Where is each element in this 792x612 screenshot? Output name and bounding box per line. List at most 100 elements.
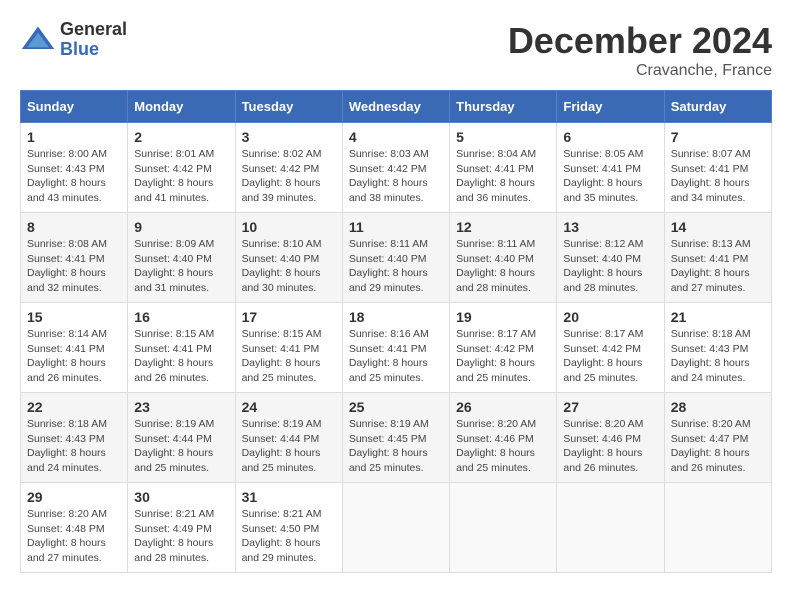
calendar-week-row: 29 Sunrise: 8:20 AMSunset: 4:48 PMDayligh… bbox=[21, 483, 772, 573]
calendar-cell: 16 Sunrise: 8:15 AMSunset: 4:41 PMDayligh… bbox=[128, 303, 235, 393]
weekday-header-friday: Friday bbox=[557, 91, 664, 123]
day-info: Sunrise: 8:10 AMSunset: 4:40 PMDaylight:… bbox=[242, 237, 336, 296]
day-info: Sunrise: 8:00 AMSunset: 4:43 PMDaylight:… bbox=[27, 147, 121, 206]
day-number: 20 bbox=[563, 309, 657, 325]
calendar-cell: 10 Sunrise: 8:10 AMSunset: 4:40 PMDayligh… bbox=[235, 213, 342, 303]
day-number: 30 bbox=[134, 489, 228, 505]
calendar-cell: 30 Sunrise: 8:21 AMSunset: 4:49 PMDayligh… bbox=[128, 483, 235, 573]
calendar-cell: 20 Sunrise: 8:17 AMSunset: 4:42 PMDayligh… bbox=[557, 303, 664, 393]
day-number: 27 bbox=[563, 399, 657, 415]
day-number: 3 bbox=[242, 129, 336, 145]
day-info: Sunrise: 8:19 AMSunset: 4:44 PMDaylight:… bbox=[242, 417, 336, 476]
calendar-week-row: 1 Sunrise: 8:00 AMSunset: 4:43 PMDaylight… bbox=[21, 123, 772, 213]
day-info: Sunrise: 8:21 AMSunset: 4:50 PMDaylight:… bbox=[242, 507, 336, 566]
day-info: Sunrise: 8:13 AMSunset: 4:41 PMDaylight:… bbox=[671, 237, 765, 296]
calendar-cell: 3 Sunrise: 8:02 AMSunset: 4:42 PMDaylight… bbox=[235, 123, 342, 213]
day-info: Sunrise: 8:07 AMSunset: 4:41 PMDaylight:… bbox=[671, 147, 765, 206]
weekday-header-monday: Monday bbox=[128, 91, 235, 123]
day-number: 14 bbox=[671, 219, 765, 235]
day-number: 17 bbox=[242, 309, 336, 325]
calendar-cell: 11 Sunrise: 8:11 AMSunset: 4:40 PMDayligh… bbox=[342, 213, 449, 303]
day-info: Sunrise: 8:11 AMSunset: 4:40 PMDaylight:… bbox=[456, 237, 550, 296]
calendar-cell: 15Sunrise: 8:14 AMSunset: 4:41 PMDayligh… bbox=[21, 303, 128, 393]
day-info: Sunrise: 8:12 AMSunset: 4:40 PMDaylight:… bbox=[563, 237, 657, 296]
day-info: Sunrise: 8:20 AMSunset: 4:47 PMDaylight:… bbox=[671, 417, 765, 476]
day-number: 25 bbox=[349, 399, 443, 415]
day-number: 11 bbox=[349, 219, 443, 235]
day-info: Sunrise: 8:18 AMSunset: 4:43 PMDaylight:… bbox=[671, 327, 765, 386]
calendar-cell: 14 Sunrise: 8:13 AMSunset: 4:41 PMDayligh… bbox=[664, 213, 771, 303]
calendar-cell bbox=[450, 483, 557, 573]
logo-line1: General bbox=[60, 20, 127, 40]
day-info: Sunrise: 8:21 AMSunset: 4:49 PMDaylight:… bbox=[134, 507, 228, 566]
day-info: Sunrise: 8:05 AMSunset: 4:41 PMDaylight:… bbox=[563, 147, 657, 206]
calendar-cell bbox=[664, 483, 771, 573]
calendar-cell: 7 Sunrise: 8:07 AMSunset: 4:41 PMDaylight… bbox=[664, 123, 771, 213]
calendar-cell: 9Sunrise: 8:09 AMSunset: 4:40 PMDaylight… bbox=[128, 213, 235, 303]
day-number: 5 bbox=[456, 129, 550, 145]
day-info: Sunrise: 8:19 AMSunset: 4:44 PMDaylight:… bbox=[134, 417, 228, 476]
logo-text: General Blue bbox=[60, 20, 127, 60]
logo-icon bbox=[20, 22, 56, 58]
calendar-cell: 27 Sunrise: 8:20 AMSunset: 4:46 PMDayligh… bbox=[557, 393, 664, 483]
weekday-header-thursday: Thursday bbox=[450, 91, 557, 123]
day-info: Sunrise: 8:15 AMSunset: 4:41 PMDaylight:… bbox=[134, 327, 228, 386]
day-info: Sunrise: 8:20 AMSunset: 4:46 PMDaylight:… bbox=[563, 417, 657, 476]
day-number: 2 bbox=[134, 129, 228, 145]
calendar-cell: 5 Sunrise: 8:04 AMSunset: 4:41 PMDaylight… bbox=[450, 123, 557, 213]
day-info: Sunrise: 8:19 AMSunset: 4:45 PMDaylight:… bbox=[349, 417, 443, 476]
day-number: 28 bbox=[671, 399, 765, 415]
day-number: 24 bbox=[242, 399, 336, 415]
day-number: 1 bbox=[27, 129, 121, 145]
day-info: Sunrise: 8:18 AMSunset: 4:43 PMDaylight:… bbox=[27, 417, 121, 476]
calendar-cell: 8 Sunrise: 8:08 AMSunset: 4:41 PMDaylight… bbox=[21, 213, 128, 303]
title-area: December 2024 Cravanche, France bbox=[508, 20, 772, 80]
weekday-header-tuesday: Tuesday bbox=[235, 91, 342, 123]
calendar-cell: 29 Sunrise: 8:20 AMSunset: 4:48 PMDayligh… bbox=[21, 483, 128, 573]
calendar-cell: 21 Sunrise: 8:18 AMSunset: 4:43 PMDayligh… bbox=[664, 303, 771, 393]
calendar-cell: 28 Sunrise: 8:20 AMSunset: 4:47 PMDayligh… bbox=[664, 393, 771, 483]
logo: General Blue bbox=[20, 20, 127, 60]
day-info: Sunrise: 8:04 AMSunset: 4:41 PMDaylight:… bbox=[456, 147, 550, 206]
day-number: 8 bbox=[27, 219, 121, 235]
month-title: December 2024 bbox=[508, 20, 772, 62]
calendar-cell: 12 Sunrise: 8:11 AMSunset: 4:40 PMDayligh… bbox=[450, 213, 557, 303]
day-number: 21 bbox=[671, 309, 765, 325]
day-number: 29 bbox=[27, 489, 121, 505]
day-info: Sunrise: 8:02 AMSunset: 4:42 PMDaylight:… bbox=[242, 147, 336, 206]
calendar-cell bbox=[342, 483, 449, 573]
day-info: Sunrise: 8:01 AMSunset: 4:42 PMDaylight:… bbox=[134, 147, 228, 206]
weekday-header-saturday: Saturday bbox=[664, 91, 771, 123]
calendar-cell: 23Sunrise: 8:19 AMSunset: 4:44 PMDayligh… bbox=[128, 393, 235, 483]
page-header: General Blue December 2024 Cravanche, Fr… bbox=[20, 20, 772, 80]
calendar-cell: 2 Sunrise: 8:01 AMSunset: 4:42 PMDaylight… bbox=[128, 123, 235, 213]
day-number: 10 bbox=[242, 219, 336, 235]
calendar-cell: 31 Sunrise: 8:21 AMSunset: 4:50 PMDayligh… bbox=[235, 483, 342, 573]
day-number: 31 bbox=[242, 489, 336, 505]
logo-line2: Blue bbox=[60, 40, 127, 60]
day-info: Sunrise: 8:20 AMSunset: 4:48 PMDaylight:… bbox=[27, 507, 121, 566]
day-info: Sunrise: 8:08 AMSunset: 4:41 PMDaylight:… bbox=[27, 237, 121, 296]
day-number: 26 bbox=[456, 399, 550, 415]
calendar-cell: 26Sunrise: 8:20 AMSunset: 4:46 PMDayligh… bbox=[450, 393, 557, 483]
day-number: 7 bbox=[671, 129, 765, 145]
day-number: 9 bbox=[134, 219, 228, 235]
day-info: Sunrise: 8:15 AMSunset: 4:41 PMDaylight:… bbox=[242, 327, 336, 386]
calendar-cell: 6 Sunrise: 8:05 AMSunset: 4:41 PMDaylight… bbox=[557, 123, 664, 213]
calendar-cell: 24 Sunrise: 8:19 AMSunset: 4:44 PMDayligh… bbox=[235, 393, 342, 483]
day-number: 4 bbox=[349, 129, 443, 145]
day-number: 13 bbox=[563, 219, 657, 235]
day-number: 6 bbox=[563, 129, 657, 145]
calendar-cell: 13 Sunrise: 8:12 AMSunset: 4:40 PMDayligh… bbox=[557, 213, 664, 303]
day-info: Sunrise: 8:17 AMSunset: 4:42 PMDaylight:… bbox=[563, 327, 657, 386]
day-number: 19 bbox=[456, 309, 550, 325]
day-number: 12 bbox=[456, 219, 550, 235]
day-number: 18 bbox=[349, 309, 443, 325]
calendar-cell: 4Sunrise: 8:03 AMSunset: 4:42 PMDaylight… bbox=[342, 123, 449, 213]
day-number: 15 bbox=[27, 309, 121, 325]
weekday-header-sunday: Sunday bbox=[21, 91, 128, 123]
calendar-cell: 25 Sunrise: 8:19 AMSunset: 4:45 PMDayligh… bbox=[342, 393, 449, 483]
day-info: Sunrise: 8:11 AMSunset: 4:40 PMDaylight:… bbox=[349, 237, 443, 296]
day-number: 16 bbox=[134, 309, 228, 325]
location-title: Cravanche, France bbox=[508, 62, 772, 80]
